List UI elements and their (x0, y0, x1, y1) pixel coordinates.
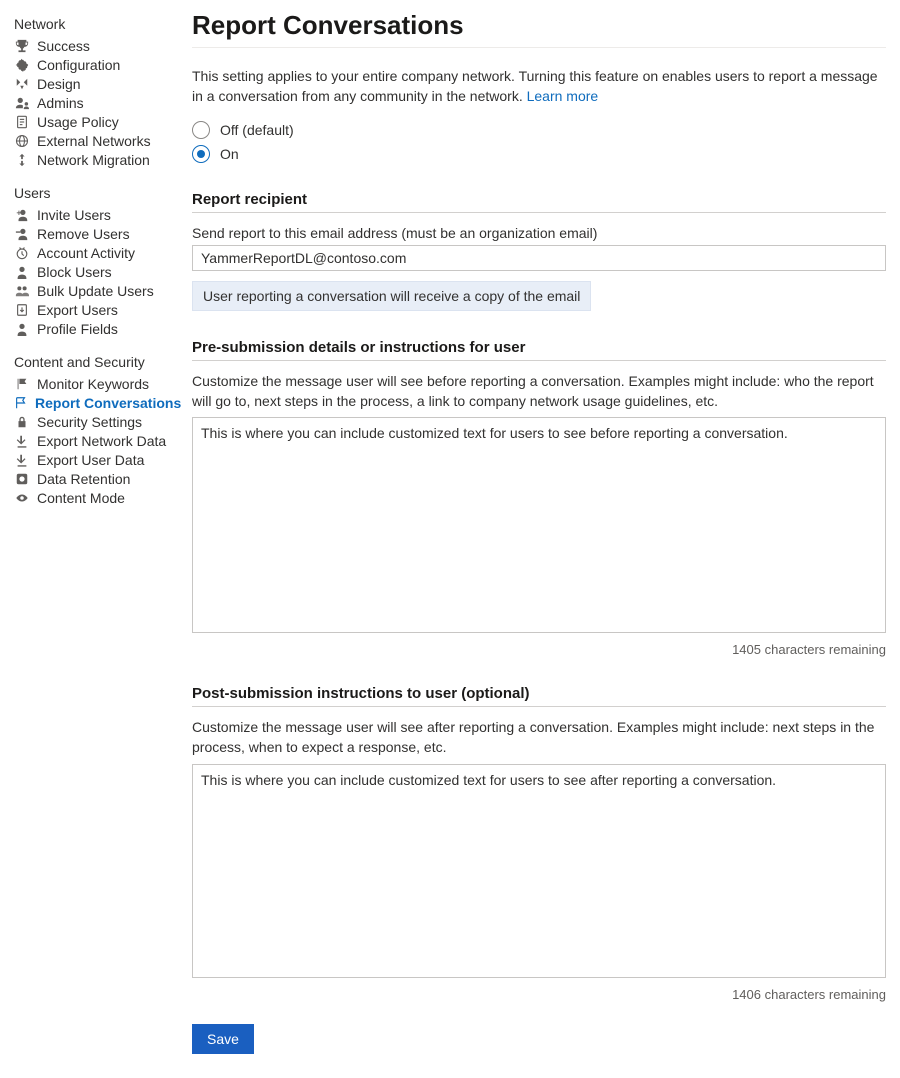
sidebar-item-block-users[interactable]: Block Users (14, 262, 176, 281)
section-pre-submission: Pre-submission details or instructions f… (192, 339, 886, 361)
pre-submission-textarea[interactable] (192, 417, 886, 633)
sidebar-item-label: Security Settings (37, 414, 142, 430)
intro-text: This setting applies to your entire comp… (192, 66, 886, 107)
sidebar-item-label: Success (37, 38, 90, 54)
sidebar-item-label: External Networks (37, 133, 151, 149)
page-title: Report Conversations (192, 10, 886, 41)
sidebar-item-label: Remove Users (37, 226, 130, 242)
sidebar-item-label: Configuration (37, 57, 120, 73)
sidebar-item-export-users[interactable]: Export Users (14, 300, 176, 319)
toggle-on-label: On (220, 146, 239, 162)
sidebar-item-monitor-keywords[interactable]: Monitor Keywords (14, 374, 176, 393)
sidebar-item-invite-users[interactable]: Invite Users (14, 205, 176, 224)
sidebar-item-label: Export Network Data (37, 433, 166, 449)
admin-icon (14, 95, 30, 111)
sidebar-item-label: Network Migration (37, 152, 150, 168)
sidebar-item-label: Data Retention (37, 471, 130, 487)
post-help-text: Customize the message user will see afte… (192, 717, 886, 758)
report-flag-icon (14, 395, 28, 411)
learn-more-link[interactable]: Learn more (527, 88, 599, 104)
sidebar-item-account-activity[interactable]: Account Activity (14, 243, 176, 262)
retention-icon (14, 471, 30, 487)
sidebar-item-label: Block Users (37, 264, 112, 280)
post-character-counter: 1406 characters remaining (192, 987, 886, 1002)
download-icon (14, 433, 30, 449)
clock-icon (14, 245, 30, 261)
sidebar-item-label: Report Conversations (35, 395, 181, 411)
sidebar-item-report-conversations[interactable]: Report Conversations (14, 393, 176, 412)
document-icon (14, 114, 30, 130)
sidebar-item-label: Design (37, 76, 81, 92)
sidebar-item-bulk-update-users[interactable]: Bulk Update Users (14, 281, 176, 300)
sidebar-item-remove-users[interactable]: Remove Users (14, 224, 176, 243)
person-plus-icon (14, 207, 30, 223)
recipient-note: User reporting a conversation will recei… (192, 281, 591, 311)
design-icon (14, 76, 30, 92)
sidebar-item-label: Export User Data (37, 452, 144, 468)
sidebar-item-export-user-data[interactable]: Export User Data (14, 450, 176, 469)
sidebar-item-design[interactable]: Design (14, 74, 176, 93)
download-icon (14, 452, 30, 468)
sidebar-item-label: Usage Policy (37, 114, 119, 130)
trophy-icon (14, 38, 30, 54)
sidebar-item-profile-fields[interactable]: Profile Fields (14, 319, 176, 338)
sidebar-item-success[interactable]: Success (14, 36, 176, 55)
recipient-email-input[interactable] (192, 245, 886, 271)
section-post-submission: Post-submission instructions to user (op… (192, 685, 886, 707)
sidebar-item-label: Content Mode (37, 490, 125, 506)
gear-icon (14, 57, 30, 73)
recipient-label: Send report to this email address (must … (192, 225, 886, 241)
sidebar-item-configuration[interactable]: Configuration (14, 55, 176, 74)
person-icon (14, 321, 30, 337)
main-content: Report Conversations This setting applie… (182, 10, 886, 1054)
flag-icon (14, 376, 30, 392)
radio-on-icon (192, 145, 210, 163)
sidebar-item-security-settings[interactable]: Security Settings (14, 412, 176, 431)
globe-icon (14, 133, 30, 149)
post-submission-textarea[interactable] (192, 764, 886, 978)
toggle-off[interactable]: Off (default) (192, 121, 886, 139)
sidebar-item-usage-policy[interactable]: Usage Policy (14, 112, 176, 131)
sidebar-item-data-retention[interactable]: Data Retention (14, 469, 176, 488)
person-block-icon (14, 264, 30, 280)
migration-icon (14, 152, 30, 168)
eye-icon (14, 490, 30, 506)
sidebar-group-network: Network (14, 16, 176, 32)
pre-help-text: Customize the message user will see befo… (192, 371, 886, 412)
sidebar-item-admins[interactable]: Admins (14, 93, 176, 112)
sidebar-item-label: Export Users (37, 302, 118, 318)
sidebar-item-label: Invite Users (37, 207, 111, 223)
sidebar-group-users: Users (14, 185, 176, 201)
lock-icon (14, 414, 30, 430)
export-icon (14, 302, 30, 318)
title-divider (192, 47, 886, 48)
sidebar-item-label: Profile Fields (37, 321, 118, 337)
sidebar-item-content-mode[interactable]: Content Mode (14, 488, 176, 507)
sidebar-item-external-networks[interactable]: External Networks (14, 131, 176, 150)
sidebar-item-label: Account Activity (37, 245, 135, 261)
sidebar: Network Success Configuration Design (14, 10, 182, 1054)
pre-character-counter: 1405 characters remaining (192, 642, 886, 657)
section-report-recipient: Report recipient (192, 191, 886, 213)
sidebar-item-network-migration[interactable]: Network Migration (14, 150, 176, 169)
toggle-off-label: Off (default) (220, 122, 294, 138)
sidebar-item-label: Admins (37, 95, 84, 111)
sidebar-item-label: Bulk Update Users (37, 283, 154, 299)
toggle-on[interactable]: On (192, 145, 886, 163)
person-minus-icon (14, 226, 30, 242)
sidebar-group-content-security: Content and Security (14, 354, 176, 370)
sidebar-item-export-network-data[interactable]: Export Network Data (14, 431, 176, 450)
people-icon (14, 283, 30, 299)
radio-off-icon (192, 121, 210, 139)
sidebar-item-label: Monitor Keywords (37, 376, 149, 392)
